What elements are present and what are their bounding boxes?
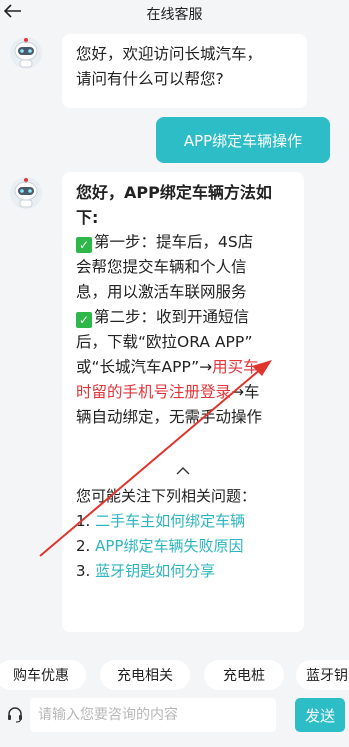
related-question-3[interactable]: 3. 蓝牙钥匙如何分享: [76, 559, 290, 584]
check-icon: ✓: [76, 237, 92, 253]
related-num: 2.: [76, 537, 96, 555]
message-text: APP绑定车辆操作: [183, 131, 303, 150]
step-text: 第二步：收到开通短信: [94, 308, 250, 326]
user-message: APP绑定车辆操作: [156, 117, 330, 163]
step-text-line: 或“长城汽车APP”→用买车: [76, 355, 290, 380]
send-button[interactable]: 发送: [295, 698, 345, 732]
related-link[interactable]: 二手车主如何绑定车辆: [95, 512, 245, 530]
input-bar: 发送: [0, 696, 349, 747]
message-input[interactable]: [30, 698, 276, 732]
page-title: 在线客服: [146, 7, 203, 23]
step-text: 或“长城汽车APP”→: [76, 358, 213, 376]
quick-chips: 购车优惠 充电相关 充电桩 蓝牙钥: [0, 660, 349, 692]
bot-message-answer: 您好，APP绑定车辆方法如 下: ✓ 第一步：提车后，4S店 会帮您提交车辆和个人…: [62, 172, 304, 632]
related-question-1[interactable]: 1. 二手车主如何绑定车辆: [76, 509, 290, 534]
answer-heading: 您好，APP绑定车辆方法如: [76, 183, 272, 202]
message-text: 请问有什么可以帮您?: [76, 70, 224, 88]
chip-charging[interactable]: 充电相关: [100, 660, 190, 690]
related-link[interactable]: APP绑定车辆失败原因: [95, 537, 243, 555]
highlight-text: 时留的手机号注册登录: [76, 383, 232, 401]
message-text: 您好，欢迎访问长城汽车，: [76, 45, 263, 63]
step-text: 辆自动绑定，无需手动操作: [76, 408, 263, 426]
step-text: 息，用以激活车联网服务: [76, 283, 247, 301]
chip-charging-pile[interactable]: 充电桩: [204, 660, 284, 690]
related-link[interactable]: 蓝牙钥匙如何分享: [95, 562, 215, 580]
header: 在线客服: [0, 0, 349, 30]
step-text: 会帮您提交车辆和个人信: [76, 258, 247, 276]
step-text: 第一步：提车后，4S店: [94, 233, 254, 251]
headset-icon[interactable]: [6, 706, 24, 724]
step-text: →车: [231, 383, 260, 401]
highlight-text: 用买车: [212, 358, 259, 376]
bot-avatar: [9, 176, 43, 210]
bot-message-greeting: 您好，欢迎访问长城汽车， 请问有什么可以帮您?: [62, 34, 307, 108]
step-1: ✓ 第一步：提车后，4S店: [76, 230, 290, 255]
related-num: 1.: [76, 512, 96, 530]
chip-promo[interactable]: 购车优惠: [0, 660, 86, 690]
answer-heading: 下:: [76, 208, 99, 227]
step-text: 后，下载“欧拉ORA APP”: [76, 333, 253, 351]
related-num: 3.: [76, 562, 96, 580]
step-2: ✓ 第二步：收到开通短信: [76, 305, 290, 330]
step-text-line: 时留的手机号注册登录→车: [76, 380, 290, 405]
chip-bluetooth-key[interactable]: 蓝牙钥: [296, 660, 349, 690]
related-question-2[interactable]: 2. APP绑定车辆失败原因: [76, 534, 290, 559]
chevron-up-icon[interactable]: [76, 460, 290, 480]
check-icon: ✓: [76, 312, 92, 328]
bot-avatar: [9, 36, 43, 70]
related-title: 您可能关注下列相关问题：: [76, 487, 257, 505]
